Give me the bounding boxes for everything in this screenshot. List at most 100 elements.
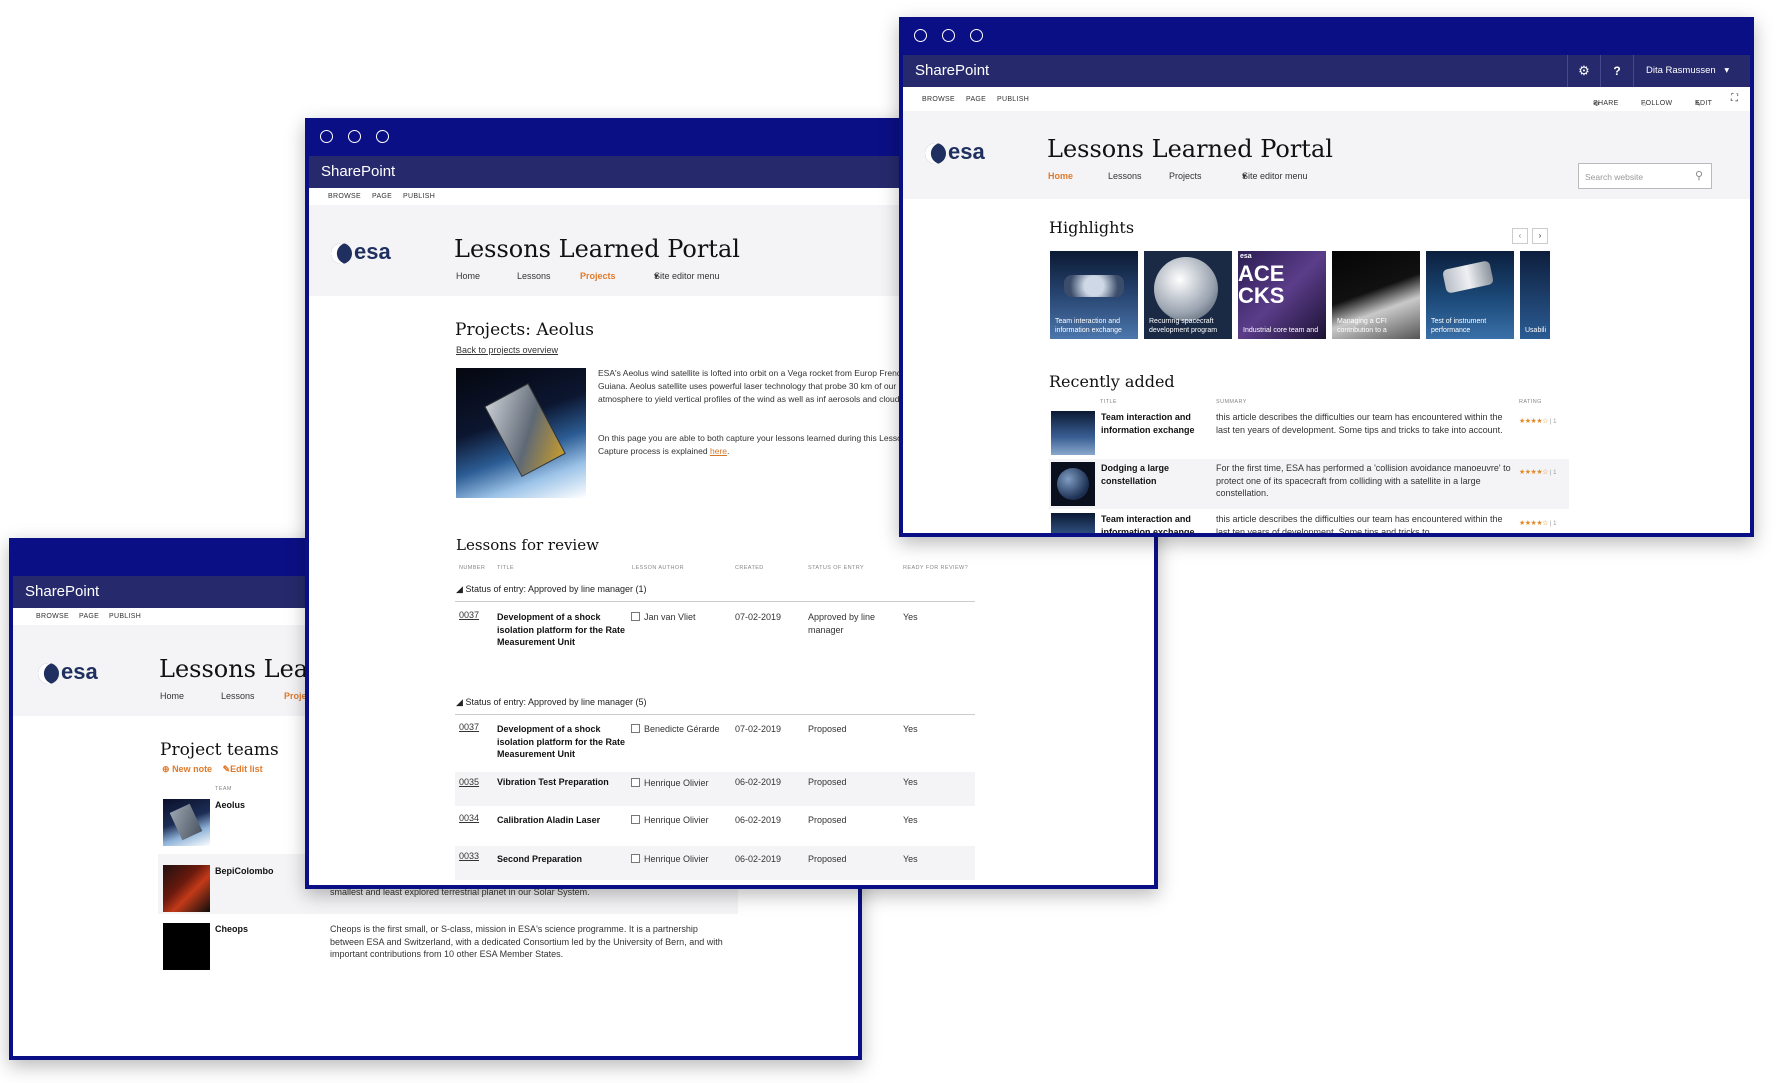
nav-home[interactable]: Home: [456, 271, 480, 281]
checkbox[interactable]: [631, 815, 640, 824]
back-to-projects-link[interactable]: Back to projects overview: [456, 344, 558, 357]
esa-badge: esa: [1240, 253, 1252, 260]
checkbox[interactable]: [631, 854, 640, 863]
help-icon[interactable]: ?: [1600, 55, 1633, 87]
recent-thumbnail: [1051, 411, 1095, 455]
sharepoint-logo[interactable]: SharePoint: [321, 163, 395, 180]
ribbon-publish[interactable]: PUBLISH: [109, 613, 141, 620]
caret-down-icon: ▾: [654, 271, 659, 281]
lesson-number-link[interactable]: 0034: [459, 812, 479, 825]
author-name: Jan van Vliet: [644, 612, 696, 622]
sharepoint-logo[interactable]: SharePoint: [25, 583, 99, 600]
nav-lessons[interactable]: Lessons: [1108, 171, 1142, 181]
new-note-button[interactable]: ⊕ New note: [162, 764, 212, 774]
highlight-card[interactable]: esa ACE CKS Industrial core team and: [1238, 251, 1326, 339]
team-name[interactable]: Aeolus: [215, 799, 245, 812]
recent-title[interactable]: Team interaction and information exchang…: [1101, 513, 1211, 533]
lesson-number-link[interactable]: 0037: [459, 609, 479, 622]
caret-down-icon: ▾: [1242, 171, 1247, 181]
esa-logo-mark-icon: [38, 662, 59, 684]
ribbon: BROWSE PAGE PUBLISH ⟲ SHARE ☆ FOLLOW ✎ E…: [903, 87, 1750, 111]
rating[interactable]: ★★★★☆ | 1: [1519, 512, 1556, 530]
recent-title[interactable]: Dodging a large constellation: [1101, 462, 1211, 487]
lesson-title[interactable]: Development of a shock isolation platfor…: [497, 723, 625, 761]
edit-list-button[interactable]: ✎Edit list: [223, 764, 263, 774]
window-control-icon[interactable]: [942, 29, 955, 42]
user-menu[interactable]: Dita Rasmussen ▾: [1633, 55, 1748, 87]
nav-home[interactable]: Home: [160, 691, 184, 701]
team-thumbnail-cheops: [163, 923, 210, 970]
lesson-title[interactable]: Vibration Test Preparation: [497, 776, 609, 789]
highlight-card[interactable]: Team interaction and information exchang…: [1050, 251, 1138, 339]
ribbon-page[interactable]: PAGE: [79, 613, 99, 620]
highlight-card[interactable]: Usability: [1520, 251, 1550, 339]
highlight-card[interactable]: Test of instrument performance: [1426, 251, 1514, 339]
column-header-rating[interactable]: RATING: [1519, 399, 1542, 405]
column-header-number[interactable]: NUMBER: [459, 565, 485, 571]
highlight-card[interactable]: Recurring spacecraft development program: [1144, 251, 1232, 339]
focus-content-icon[interactable]: ⛶: [1731, 93, 1738, 104]
nav-home[interactable]: Home: [1048, 171, 1073, 181]
column-header-author[interactable]: LESSON AUTHOR: [632, 565, 684, 571]
window-control-icon[interactable]: [376, 130, 389, 143]
team-name[interactable]: Cheops: [215, 923, 248, 936]
lesson-author: Henrique Olivier: [631, 853, 709, 866]
column-header-title[interactable]: TITLE: [497, 565, 514, 571]
nav-projects[interactable]: Projects: [580, 271, 616, 281]
lesson-title[interactable]: Second Preparation: [497, 853, 582, 866]
lesson-number-link[interactable]: 0037: [459, 721, 479, 734]
window-control-icon[interactable]: [348, 130, 361, 143]
lesson-title[interactable]: Development of a shock isolation platfor…: [497, 611, 625, 649]
lesson-number-link[interactable]: 0033: [459, 850, 479, 863]
highlight-card[interactable]: Managing a CFI contribution to a: [1332, 251, 1420, 339]
carousel-next-icon[interactable]: ›: [1532, 228, 1548, 244]
esa-logo[interactable]: esa: [38, 659, 98, 685]
column-header-created[interactable]: CREATED: [735, 565, 764, 571]
ribbon-page[interactable]: PAGE: [966, 96, 986, 103]
lesson-title[interactable]: Calibration Aladin Laser: [497, 814, 600, 827]
column-header-summary[interactable]: SUMMARY: [1216, 399, 1247, 405]
ribbon-browse[interactable]: BROWSE: [922, 96, 955, 103]
settings-gear-icon[interactable]: ⚙: [1567, 55, 1600, 87]
lesson-ready: Yes: [903, 724, 918, 734]
carousel-prev-icon[interactable]: ‹: [1512, 228, 1528, 244]
esa-logo[interactable]: esa: [331, 239, 391, 265]
caret-down-icon: ▾: [1724, 65, 1730, 76]
ribbon-publish[interactable]: PUBLISH: [997, 96, 1029, 103]
team-name[interactable]: BepiColombo: [215, 865, 274, 878]
nav-lessons[interactable]: Lessons: [221, 691, 255, 701]
nav-lessons[interactable]: Lessons: [517, 271, 551, 281]
lesson-number-link[interactable]: 0035: [459, 776, 479, 789]
search-box[interactable]: Search website ⚲: [1578, 163, 1712, 189]
group-header[interactable]: ◢ Status of entry: Approved by line mana…: [456, 697, 647, 708]
checkbox[interactable]: [631, 778, 640, 787]
checkbox[interactable]: [631, 724, 640, 733]
column-header-title[interactable]: TITLE: [1100, 399, 1117, 405]
rating[interactable]: ★★★★☆ | 1: [1519, 461, 1556, 479]
ribbon-page[interactable]: PAGE: [372, 193, 392, 200]
window-control-icon[interactable]: [970, 29, 983, 42]
window-control-icon[interactable]: [914, 29, 927, 42]
portal-title[interactable]: Lessons Learned Portal: [1047, 135, 1333, 163]
checkbox[interactable]: [631, 612, 640, 621]
capture-process-link[interactable]: here: [710, 446, 727, 456]
rating-stars: ★★★★☆: [1519, 520, 1548, 527]
window-control-icon[interactable]: [320, 130, 333, 143]
sharepoint-logo[interactable]: SharePoint: [915, 62, 989, 79]
nav-projects[interactable]: Projects: [1169, 171, 1202, 181]
nav-projects[interactable]: Proje: [284, 691, 307, 701]
esa-logo[interactable]: esa: [925, 139, 985, 165]
ribbon-browse[interactable]: BROWSE: [36, 613, 69, 620]
column-header-ready[interactable]: READY FOR REVIEW?: [903, 565, 968, 571]
pencil-icon: ✎: [222, 764, 231, 774]
ribbon-publish[interactable]: PUBLISH: [403, 193, 435, 200]
recent-title[interactable]: Team interaction and information exchang…: [1101, 411, 1211, 436]
search-icon[interactable]: ⚲: [1695, 169, 1703, 182]
rating[interactable]: ★★★★☆ | 1: [1519, 410, 1556, 428]
lesson-status: Approved by line manager: [808, 612, 876, 635]
portal-title[interactable]: Lessons Learned Portal: [454, 235, 740, 263]
group-header[interactable]: ◢ Status of entry: Approved by line mana…: [456, 584, 647, 595]
column-header-status[interactable]: STATUS OF ENTRY: [808, 565, 864, 571]
recent-thumbnail: [1051, 462, 1095, 506]
ribbon-browse[interactable]: BROWSE: [328, 193, 361, 200]
